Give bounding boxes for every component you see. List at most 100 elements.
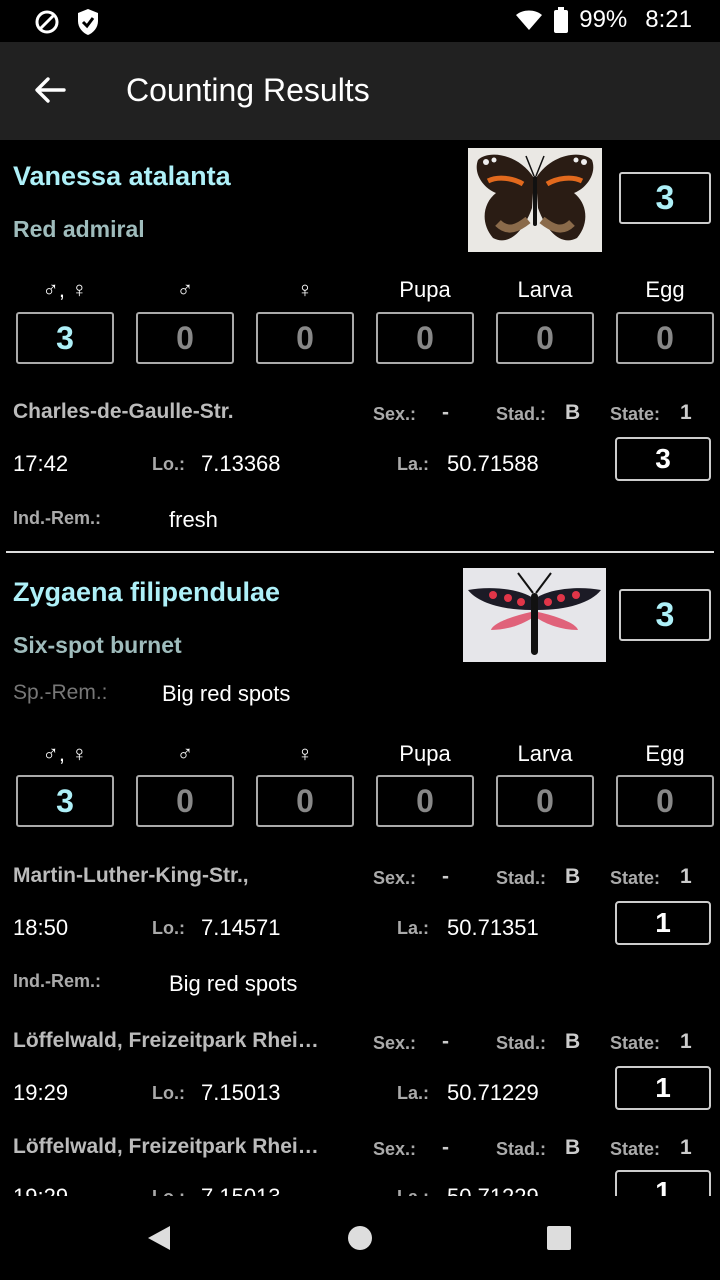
species-total[interactable]: 3 xyxy=(619,589,711,641)
red-admiral-photo[interactable] xyxy=(468,148,602,252)
state-label: State: xyxy=(610,1139,661,1159)
count-box-female[interactable]: 0 xyxy=(256,775,354,827)
results-list[interactable]: Vanessa atalanta Red admiral 3 ♂, ♀ ♂ ♀ … xyxy=(0,140,720,1196)
stad-value: B xyxy=(565,1136,581,1159)
longitude-value: 7.15013 xyxy=(201,1080,281,1105)
sex-label: Sex.: xyxy=(373,1033,417,1053)
state-value: 1 xyxy=(680,1030,692,1053)
longitude-value: 7.13368 xyxy=(201,451,281,476)
sp-rem-label: Sp.-Rem.: xyxy=(13,681,108,704)
sex-value: - xyxy=(442,865,449,888)
wifi-icon xyxy=(516,10,543,30)
count-box-egg[interactable]: 0 xyxy=(616,775,714,827)
record-count[interactable]: 3 xyxy=(615,437,711,481)
category-label-pupa: Pupa xyxy=(399,741,451,766)
longitude-label: Lo.: xyxy=(152,454,185,474)
latitude-value: 50.71229 xyxy=(447,1080,539,1105)
category-label-larva: Larva xyxy=(517,741,573,766)
count-box-larva[interactable]: 0 xyxy=(496,775,594,827)
longitude-label: Lo.: xyxy=(152,1187,185,1196)
record-location: Martin-Luther-King-Str., xyxy=(13,864,249,887)
back-arrow-icon[interactable] xyxy=(32,72,68,108)
record-location: Löffelwald, Freizeitpark Rhei… xyxy=(13,1029,319,1052)
scientific-name: Vanessa atalanta xyxy=(13,161,231,191)
state-label: State: xyxy=(610,1033,661,1053)
stad-value: B xyxy=(565,865,581,888)
state-label: State: xyxy=(610,868,661,888)
count-box-pupa[interactable]: 0 xyxy=(376,312,474,364)
stad-label: Stad.: xyxy=(496,1139,547,1159)
count-box-larva[interactable]: 0 xyxy=(496,312,594,364)
sex-label: Sex.: xyxy=(373,404,417,424)
latitude-label: La.: xyxy=(397,918,430,938)
category-label-both: ♂, ♀ xyxy=(42,741,88,766)
sex-value: - xyxy=(442,1136,449,1159)
stad-label: Stad.: xyxy=(496,404,547,424)
do-not-disturb-icon xyxy=(35,10,59,34)
state-value: 1 xyxy=(680,865,692,888)
count-box-female[interactable]: 0 xyxy=(256,312,354,364)
record-count[interactable]: 1 xyxy=(615,901,711,945)
nav-recents-icon[interactable] xyxy=(546,1225,572,1251)
common-name: Six-spot burnet xyxy=(13,632,182,658)
nav-back-icon[interactable] xyxy=(146,1224,172,1252)
state-label: State: xyxy=(610,404,661,424)
status-bar: 99% 8:21 xyxy=(0,0,720,42)
system-nav-bar xyxy=(0,1196,720,1280)
longitude-label: Lo.: xyxy=(152,1083,185,1103)
latitude-label: La.: xyxy=(397,1083,430,1103)
latitude-label: La.: xyxy=(397,1187,429,1196)
sp-rem-value: Big red spots xyxy=(162,681,291,706)
latitude-value: 50.71588 xyxy=(447,451,539,476)
divider xyxy=(6,551,714,553)
clock: 8:21 xyxy=(645,6,692,33)
record-location: Charles-de-Gaulle-Str. xyxy=(13,400,234,423)
species-total[interactable]: 3 xyxy=(619,172,711,224)
category-label-male: ♂ xyxy=(176,277,194,302)
shield-icon xyxy=(78,9,98,35)
record-count[interactable]: 1 xyxy=(615,1066,711,1110)
category-label-female: ♀ xyxy=(296,277,314,302)
count-box-both[interactable]: 3 xyxy=(16,775,114,827)
app-bar: Counting Results xyxy=(0,42,720,140)
category-label-both: ♂, ♀ xyxy=(42,277,88,302)
ind-rem-value: fresh xyxy=(169,507,218,532)
record-time: 19:29 xyxy=(13,1080,69,1105)
ind-rem-label: Ind.-Rem.: xyxy=(13,508,101,528)
latitude-value: 50.71351 xyxy=(447,915,539,940)
battery-icon xyxy=(554,7,569,33)
stad-value: B xyxy=(565,1030,581,1053)
record-time: 18:50 xyxy=(13,915,69,940)
record-count[interactable]: 1 xyxy=(615,1170,711,1196)
count-box-egg[interactable]: 0 xyxy=(616,312,714,364)
record-time: 19:29 xyxy=(13,1184,68,1196)
nav-home-icon[interactable] xyxy=(347,1225,373,1251)
sex-label: Sex.: xyxy=(373,1139,417,1159)
record-location: Löffelwald, Freizeitpark Rhei… xyxy=(13,1135,319,1158)
state-value: 1 xyxy=(680,401,692,424)
battery-percent: 99% xyxy=(579,6,628,33)
category-label-larva: Larva xyxy=(517,277,573,302)
sex-value: - xyxy=(442,1030,449,1053)
ind-rem-label: Ind.-Rem.: xyxy=(13,971,101,991)
category-label-egg: Egg xyxy=(645,741,685,766)
stad-value: B xyxy=(565,401,581,424)
category-label-pupa: Pupa xyxy=(399,277,451,302)
count-box-pupa[interactable]: 0 xyxy=(376,775,474,827)
count-box-male[interactable]: 0 xyxy=(136,775,234,827)
category-label-male: ♂ xyxy=(176,741,194,766)
count-box-both[interactable]: 3 xyxy=(16,312,114,364)
longitude-value: 7.14571 xyxy=(201,915,281,940)
latitude-label: La.: xyxy=(397,454,430,474)
scientific-name: Zygaena filipendulae xyxy=(13,577,281,607)
common-name: Red admiral xyxy=(13,216,145,242)
category-label-egg: Egg xyxy=(645,277,685,302)
longitude-value: 7.15013 xyxy=(201,1184,281,1196)
sex-label: Sex.: xyxy=(373,868,417,888)
record-time: 17:42 xyxy=(13,451,69,476)
stad-label: Stad.: xyxy=(496,1033,547,1053)
count-box-male[interactable]: 0 xyxy=(136,312,234,364)
longitude-label: Lo.: xyxy=(152,918,185,938)
latitude-value: 50.71229 xyxy=(447,1184,539,1196)
six-spot-burnet-photo[interactable] xyxy=(463,568,606,662)
